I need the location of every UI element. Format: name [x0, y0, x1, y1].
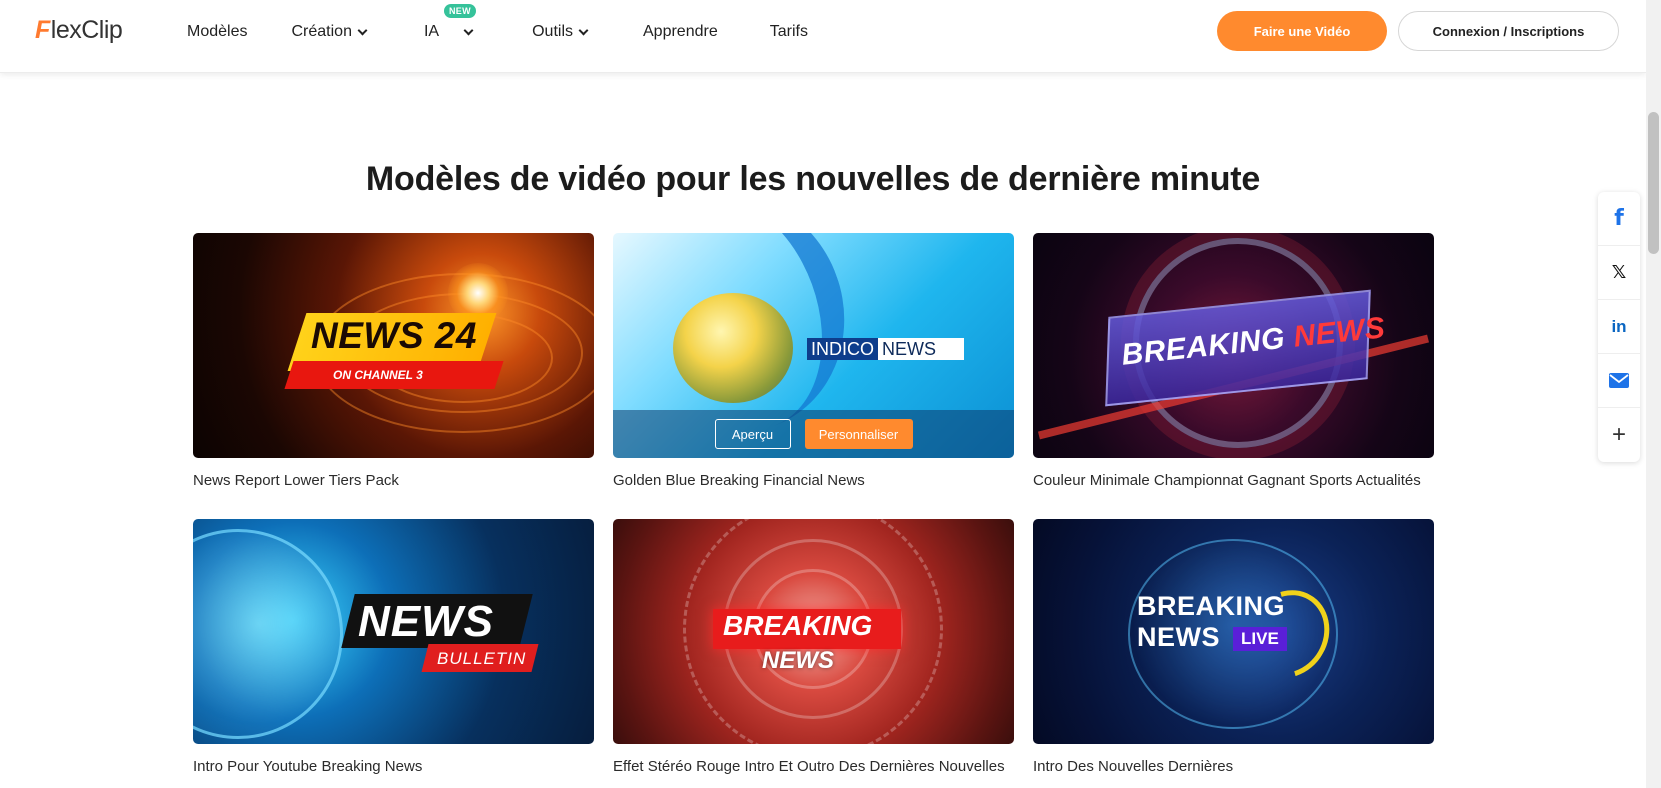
x-icon: 𝕏: [1611, 262, 1627, 282]
thumb-headline: NEWS 24: [311, 315, 477, 356]
nav-item-modeles[interactable]: Modèles: [187, 23, 247, 41]
share-linkedin-button[interactable]: in: [1598, 300, 1640, 354]
nav-label: Apprendre: [643, 23, 718, 40]
thumb-label: INDICO NEWS: [807, 338, 964, 360]
template-thumbnail[interactable]: INDICO NEWS Aperçu Personnaliser: [613, 233, 1014, 458]
hover-overlay: Aperçu Personnaliser: [613, 410, 1014, 458]
template-thumbnail[interactable]: BREAKING NEWS: [1033, 233, 1434, 458]
thumb-subline: ON CHANNEL 3: [333, 368, 423, 382]
chevron-down-icon: [357, 25, 368, 35]
chevron-down-icon: [463, 25, 474, 35]
share-email-button[interactable]: [1598, 354, 1640, 408]
template-card[interactable]: INDICO NEWS Aperçu Personnaliser Golden …: [613, 233, 1014, 489]
page-title: Modèles de vidéo pour les nouvelles de d…: [365, 160, 1261, 198]
thumb-headline: BREAKING: [723, 610, 873, 641]
preview-button[interactable]: Aperçu: [714, 419, 791, 449]
template-title[interactable]: Intro Pour Youtube Breaking News: [193, 758, 594, 775]
thumb-subline: NEWS: [762, 647, 834, 674]
template-card[interactable]: NEWS BULLETIN Intro Pour Youtube Breakin…: [193, 519, 594, 775]
nav-label: Tarifs: [769, 23, 808, 40]
share-x-button[interactable]: 𝕏: [1598, 246, 1640, 300]
template-card[interactable]: BREAKING NEWS Couleur Minimale Championn…: [1033, 233, 1434, 489]
live-badge: LIVE: [1233, 627, 1287, 651]
nav-label: Modèles: [187, 23, 248, 40]
new-badge: NEW: [443, 4, 476, 18]
template-thumbnail[interactable]: NEWS BULLETIN: [193, 519, 594, 744]
nav-label: IA: [423, 23, 440, 40]
scrollbar-thumb[interactable]: [1648, 112, 1659, 254]
template-title[interactable]: Golden Blue Breaking Financial News: [613, 472, 1014, 489]
login-signup-button[interactable]: Connexion / Inscriptions: [1398, 11, 1619, 51]
thumb-subline: BULLETIN: [437, 649, 527, 668]
nav-item-creation[interactable]: Création: [291, 23, 368, 41]
main-nav: Modèles Création IA NEW Outils Apprendre…: [187, 0, 808, 64]
email-icon: [1609, 373, 1629, 388]
template-title[interactable]: News Report Lower Tiers Pack: [193, 472, 594, 489]
chevron-down-icon: [578, 25, 589, 35]
share-facebook-button[interactable]: f: [1598, 192, 1640, 246]
share-more-button[interactable]: +: [1598, 408, 1640, 462]
template-title[interactable]: Effet Stéréo Rouge Intro Et Outro Des De…: [613, 758, 1014, 775]
template-thumbnail[interactable]: BREAKING NEWS: [613, 519, 1014, 744]
nav-item-outils[interactable]: Outils: [532, 23, 589, 41]
facebook-icon: f: [1614, 206, 1624, 231]
globe-graphic: [673, 293, 793, 403]
site-header: F lexClip Modèles Création IA NEW Outils…: [0, 0, 1646, 73]
make-video-button[interactable]: Faire une Vidéo: [1217, 11, 1387, 51]
template-title[interactable]: Couleur Minimale Championnat Gagnant Spo…: [1033, 472, 1434, 489]
logo-mark: F: [35, 16, 50, 44]
thumb-subline: NEWS: [1137, 622, 1220, 652]
template-card[interactable]: BREAKING NEWS LIVE Intro Des Nouvelles D…: [1033, 519, 1434, 775]
plus-icon: +: [1611, 421, 1626, 448]
template-thumbnail[interactable]: BREAKING NEWS LIVE: [1033, 519, 1434, 744]
nav-item-apprendre[interactable]: Apprendre: [643, 23, 718, 41]
nav-label: Outils: [532, 23, 573, 40]
flexclip-logo[interactable]: F lexClip: [35, 16, 123, 45]
globe-graphic: [193, 529, 343, 739]
logo-wordmark: lexClip: [50, 16, 123, 44]
thumb-headline: NEWS: [358, 597, 494, 646]
template-thumbnail[interactable]: NEWS 24 ON CHANNEL 3: [193, 233, 594, 458]
template-card[interactable]: NEWS 24 ON CHANNEL 3 News Report Lower T…: [193, 233, 594, 489]
template-card[interactable]: BREAKING NEWS Effet Stéréo Rouge Intro E…: [613, 519, 1014, 775]
nav-item-ia[interactable]: IA NEW: [423, 4, 476, 41]
nav-label: Création: [291, 23, 352, 40]
thumb-subline: NEWS: [878, 338, 964, 360]
nav-item-tarifs[interactable]: Tarifs: [770, 23, 808, 41]
share-sidebar: f 𝕏 in +: [1598, 192, 1640, 462]
thumb-headline: INDICO: [807, 338, 878, 360]
customize-button[interactable]: Personnaliser: [804, 419, 913, 449]
thumb-headline: BREAKING: [1137, 591, 1286, 621]
template-title[interactable]: Intro Des Nouvelles Dernières: [1033, 758, 1434, 775]
linkedin-icon: in: [1611, 316, 1627, 336]
